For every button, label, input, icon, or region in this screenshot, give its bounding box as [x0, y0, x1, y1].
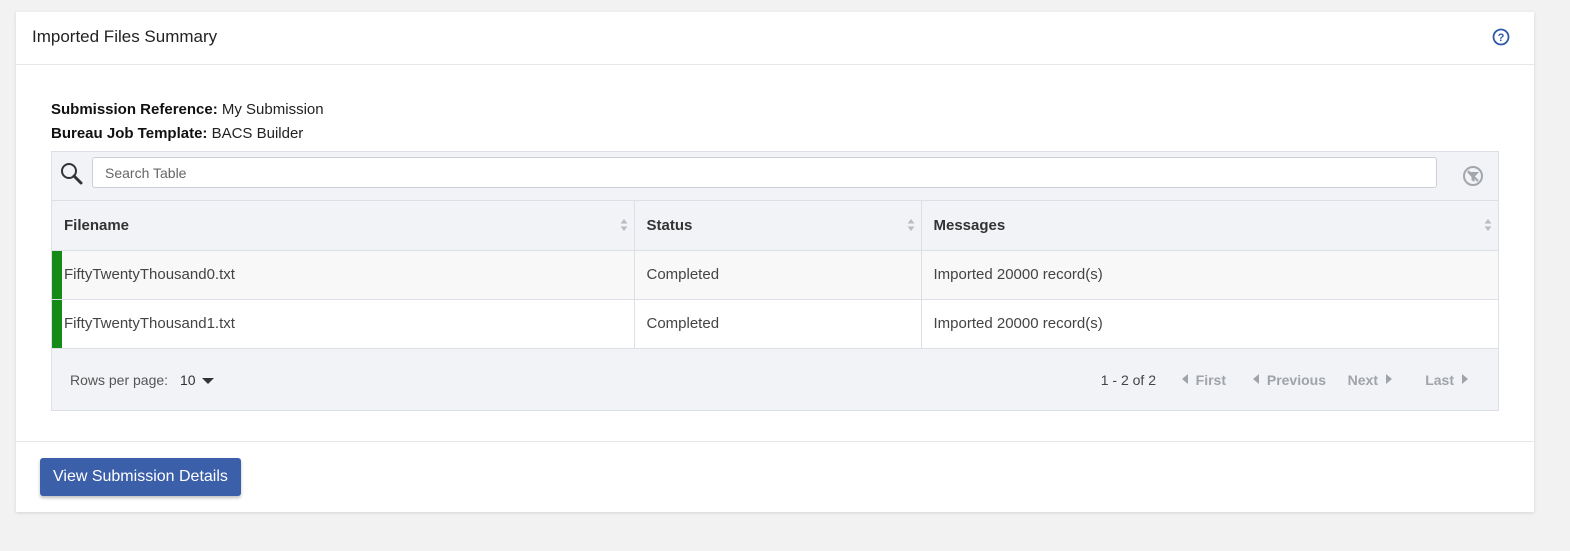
previous-page-button[interactable]: Previous	[1252, 372, 1326, 388]
last-page-button[interactable]: Last	[1425, 372, 1468, 388]
first-page-button[interactable]: First	[1181, 372, 1226, 388]
first-page-label: First	[1195, 372, 1226, 388]
chevron-down-icon[interactable]	[202, 378, 214, 384]
messages-cell: Imported 20000 record(s)	[921, 299, 1498, 349]
files-data-table: Filename Status Messages FiftyTwentyThou…	[52, 201, 1498, 349]
bureau-job-template-label: Bureau Job Template:	[51, 125, 208, 142]
svg-text:?: ?	[1498, 32, 1505, 44]
previous-page-label: Previous	[1266, 372, 1326, 388]
imported-files-summary-panel: Imported Files Summary ? Submission Refe…	[16, 12, 1534, 512]
table-search-bar	[52, 152, 1498, 201]
row-status-indicator	[52, 250, 62, 299]
panel-header: Imported Files Summary ?	[16, 12, 1534, 65]
column-label: Messages	[933, 216, 1006, 234]
row-status-indicator	[52, 299, 62, 348]
page-info: 1 - 2 of 2	[1100, 372, 1156, 388]
next-page-label: Next	[1347, 372, 1378, 388]
status-cell: Completed	[634, 250, 922, 300]
messages-cell: Imported 20000 record(s)	[921, 250, 1498, 300]
chevron-left-icon	[1252, 374, 1259, 384]
chevron-left-icon	[1181, 374, 1188, 384]
panel-footer: View Submission Details	[16, 441, 1534, 512]
clear-filter-icon[interactable]	[1462, 165, 1484, 187]
filename-text: FiftyTwentyThousand0.txt	[64, 266, 235, 283]
next-page-button[interactable]: Next	[1348, 372, 1392, 388]
bureau-job-template-line: Bureau Job Template: BACS Builder	[51, 122, 324, 146]
files-table: Filename Status Messages	[51, 151, 1499, 411]
sort-icon	[620, 219, 627, 231]
last-page-label: Last	[1425, 372, 1454, 388]
column-header-messages[interactable]: Messages	[921, 201, 1498, 251]
submission-meta: Submission Reference: My Submission Bure…	[51, 98, 324, 146]
column-header-status[interactable]: Status	[634, 201, 922, 251]
table-header-row: Filename Status Messages	[52, 201, 1498, 251]
table-row[interactable]: FiftyTwentyThousand0.txt Completed Impor…	[52, 250, 1498, 300]
submission-reference-value: My Submission	[221, 101, 324, 118]
help-icon[interactable]: ?	[1492, 28, 1510, 46]
view-submission-details-button[interactable]: View Submission Details	[40, 458, 241, 496]
bureau-job-template-value: BACS Builder	[211, 125, 304, 142]
search-icon	[61, 163, 83, 185]
filename-cell: FiftyTwentyThousand0.txt	[52, 250, 635, 300]
table-row[interactable]: FiftyTwentyThousand1.txt Completed Impor…	[52, 299, 1498, 349]
filename-text: FiftyTwentyThousand1.txt	[64, 315, 235, 332]
panel-title: Imported Files Summary	[32, 27, 218, 46]
search-input[interactable]	[92, 157, 1437, 188]
table-footer: Rows per page: 10 1 - 2 of 2 First Previ…	[52, 349, 1498, 411]
column-header-filename[interactable]: Filename	[52, 201, 635, 251]
sort-icon	[907, 219, 914, 231]
sort-icon	[1484, 219, 1492, 231]
rows-per-page-label: Rows per page:	[70, 372, 169, 388]
column-label: Status	[646, 216, 693, 234]
submission-reference-label: Submission Reference:	[51, 101, 218, 118]
status-cell: Completed	[634, 299, 922, 349]
filename-cell: FiftyTwentyThousand1.txt	[52, 299, 635, 349]
chevron-right-icon	[1386, 374, 1392, 384]
chevron-right-icon	[1462, 374, 1468, 384]
submission-reference-line: Submission Reference: My Submission	[51, 98, 324, 122]
rows-per-page-select[interactable]: 10	[180, 372, 196, 388]
column-label: Filename	[64, 216, 130, 234]
